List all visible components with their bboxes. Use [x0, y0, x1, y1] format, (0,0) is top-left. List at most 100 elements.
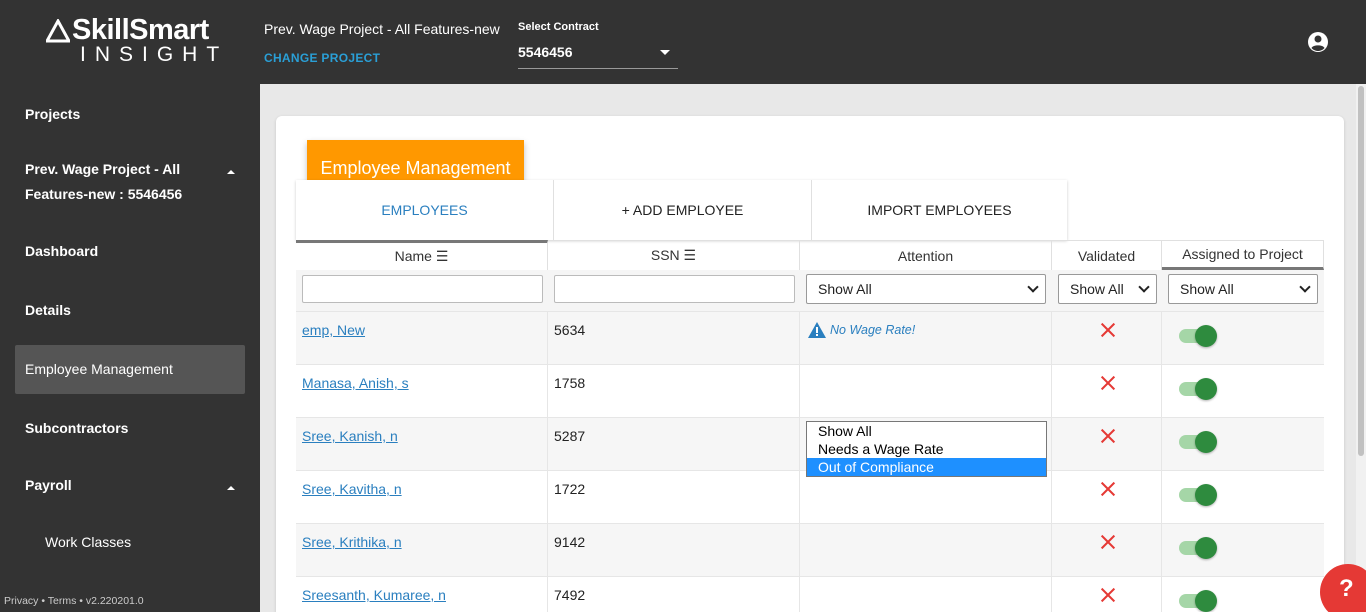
caret-down-icon [660, 50, 670, 55]
not-validated-x-icon [1100, 481, 1116, 497]
attention-cell [800, 365, 1052, 418]
assigned-toggle[interactable] [1179, 378, 1217, 400]
attention-text: No Wage Rate! [830, 323, 916, 337]
attention-filter-select[interactable]: Show All [806, 274, 1046, 304]
page-scrollbar[interactable] [1356, 84, 1366, 612]
not-validated-x-icon [1100, 587, 1116, 603]
toggle-knob [1195, 431, 1217, 453]
name-cell: Sree, Kavitha, n [296, 471, 548, 524]
dropdown-option-show-all[interactable]: Show All [807, 422, 1046, 440]
attention-cell [800, 524, 1052, 577]
validated-cell [1052, 524, 1162, 577]
ssn-value: 1758 [554, 375, 586, 391]
attention-cell [800, 471, 1052, 524]
column-header-validated: Validated [1052, 240, 1162, 270]
not-validated-x-icon [1100, 428, 1116, 444]
assigned-cell [1162, 418, 1324, 471]
validated-cell [1052, 365, 1162, 418]
sidebar-item-project-name[interactable]: Prev. Wage Project - All [25, 161, 180, 177]
name-filter-input[interactable] [302, 275, 543, 303]
assigned-toggle[interactable] [1179, 590, 1217, 612]
caret-up-icon[interactable] [227, 486, 235, 490]
not-validated-x-icon [1100, 322, 1116, 338]
scrollbar-thumb[interactable] [1358, 86, 1364, 456]
attention-dropdown-list[interactable]: Show All Needs a Wage Rate Out of Compli… [806, 421, 1047, 477]
ssn-filter-input[interactable] [554, 275, 795, 303]
toggle-knob [1195, 590, 1217, 612]
column-header-ssn[interactable]: SSN ☰ [548, 240, 800, 270]
table-row: Sree, Kavitha, n 1722 [296, 470, 1324, 524]
assigned-toggle[interactable] [1179, 431, 1217, 453]
sidebar-item-employee-management[interactable]: Employee Management [25, 361, 173, 377]
sidebar-item-subcontractors[interactable]: Subcontractors [25, 420, 128, 436]
sidebar: Projects Prev. Wage Project - All Featur… [0, 84, 260, 612]
tab-add-employee[interactable]: + ADD EMPLOYEE [554, 180, 812, 240]
sidebar-item-project-name-line2[interactable]: Features-new : 5546456 [25, 186, 182, 202]
name-cell: Sree, Kanish, n [296, 418, 548, 471]
validated-cell [1052, 312, 1162, 365]
assigned-cell [1162, 471, 1324, 524]
validated-filter-select[interactable]: Show All [1058, 274, 1157, 304]
toggle-knob [1195, 537, 1217, 559]
contract-select[interactable]: 5546456 [518, 40, 678, 69]
brand-logo[interactable]: SkillSmart INSIGHT [46, 14, 226, 66]
toggle-knob [1195, 378, 1217, 400]
change-project-link[interactable]: CHANGE PROJECT [264, 51, 380, 65]
logo-name-bottom: INSIGHT [80, 43, 229, 66]
tab-employees[interactable]: EMPLOYEES [296, 180, 554, 240]
caret-up-icon[interactable] [227, 170, 235, 174]
assigned-toggle[interactable] [1179, 484, 1217, 506]
sidebar-item-dashboard[interactable]: Dashboard [25, 243, 98, 259]
employee-name-link[interactable]: Sreesanth, Kumaree, n [302, 587, 446, 603]
employee-name-link[interactable]: emp, New [302, 322, 365, 338]
ssn-value: 1722 [554, 481, 586, 497]
not-validated-x-icon [1100, 534, 1116, 550]
dropdown-option-needs-wage-rate[interactable]: Needs a Wage Rate [807, 440, 1046, 458]
table-row: Manasa, Anish, s 1758 [296, 364, 1324, 418]
column-header-attention: Attention [800, 240, 1052, 270]
validated-cell [1052, 471, 1162, 524]
column-header-assigned: Assigned to Project [1162, 240, 1324, 270]
ssn-cell: 9142 [548, 524, 800, 577]
chevron-down-icon [1299, 281, 1311, 293]
chevron-down-icon [1138, 281, 1150, 293]
table-row: emp, New 5634 No Wage Rate! [296, 311, 1324, 365]
assigned-cell [1162, 524, 1324, 577]
employee-name-link[interactable]: Sree, Kavitha, n [302, 481, 402, 497]
name-cell: Sree, Krithika, n [296, 524, 548, 577]
attention-warning: No Wage Rate! [808, 322, 915, 338]
sidebar-item-payroll[interactable]: Payroll [25, 477, 72, 493]
sidebar-item-details[interactable]: Details [25, 302, 71, 318]
assigned-cell [1162, 577, 1324, 612]
ssn-cell: 5287 [548, 418, 800, 471]
footer-links[interactable]: Privacy • Terms • v2.220201.0 [4, 595, 144, 607]
attention-cell: No Wage Rate! [800, 312, 1052, 365]
sidebar-item-work-classes[interactable]: Work Classes [45, 534, 131, 550]
filter-row: Show All Show All Show All [296, 270, 1324, 311]
validated-cell [1052, 418, 1162, 471]
project-title: Prev. Wage Project - All Features-new [264, 21, 500, 37]
sidebar-item-projects[interactable]: Projects [25, 106, 80, 122]
ssn-value: 9142 [554, 534, 586, 550]
ssn-value: 5634 [554, 322, 586, 338]
assigned-toggle[interactable] [1179, 325, 1217, 347]
top-bar: SkillSmart INSIGHT Prev. Wage Project - … [0, 0, 1366, 84]
assigned-filter-value: Show All [1180, 281, 1234, 297]
assigned-filter-select[interactable]: Show All [1168, 274, 1318, 304]
employee-name-link[interactable]: Manasa, Anish, s [302, 375, 409, 391]
assigned-toggle[interactable] [1179, 537, 1217, 559]
attention-cell [800, 577, 1052, 612]
tab-import-employees[interactable]: IMPORT EMPLOYEES [812, 180, 1067, 240]
tab-bar: EMPLOYEES + ADD EMPLOYEE IMPORT EMPLOYEE… [296, 180, 1067, 240]
dropdown-option-out-of-compliance[interactable]: Out of Compliance [807, 458, 1046, 476]
toggle-knob [1195, 484, 1217, 506]
employee-name-link[interactable]: Sree, Krithika, n [302, 534, 402, 550]
assigned-cell [1162, 365, 1324, 418]
ssn-cell: 7492 [548, 577, 800, 612]
warning-icon [808, 322, 826, 338]
column-header-name[interactable]: Name ☰ [296, 240, 548, 270]
ssn-cell: 1758 [548, 365, 800, 418]
account-icon[interactable] [1306, 30, 1330, 54]
employee-name-link[interactable]: Sree, Kanish, n [302, 428, 398, 444]
attention-filter-value: Show All [818, 281, 872, 297]
